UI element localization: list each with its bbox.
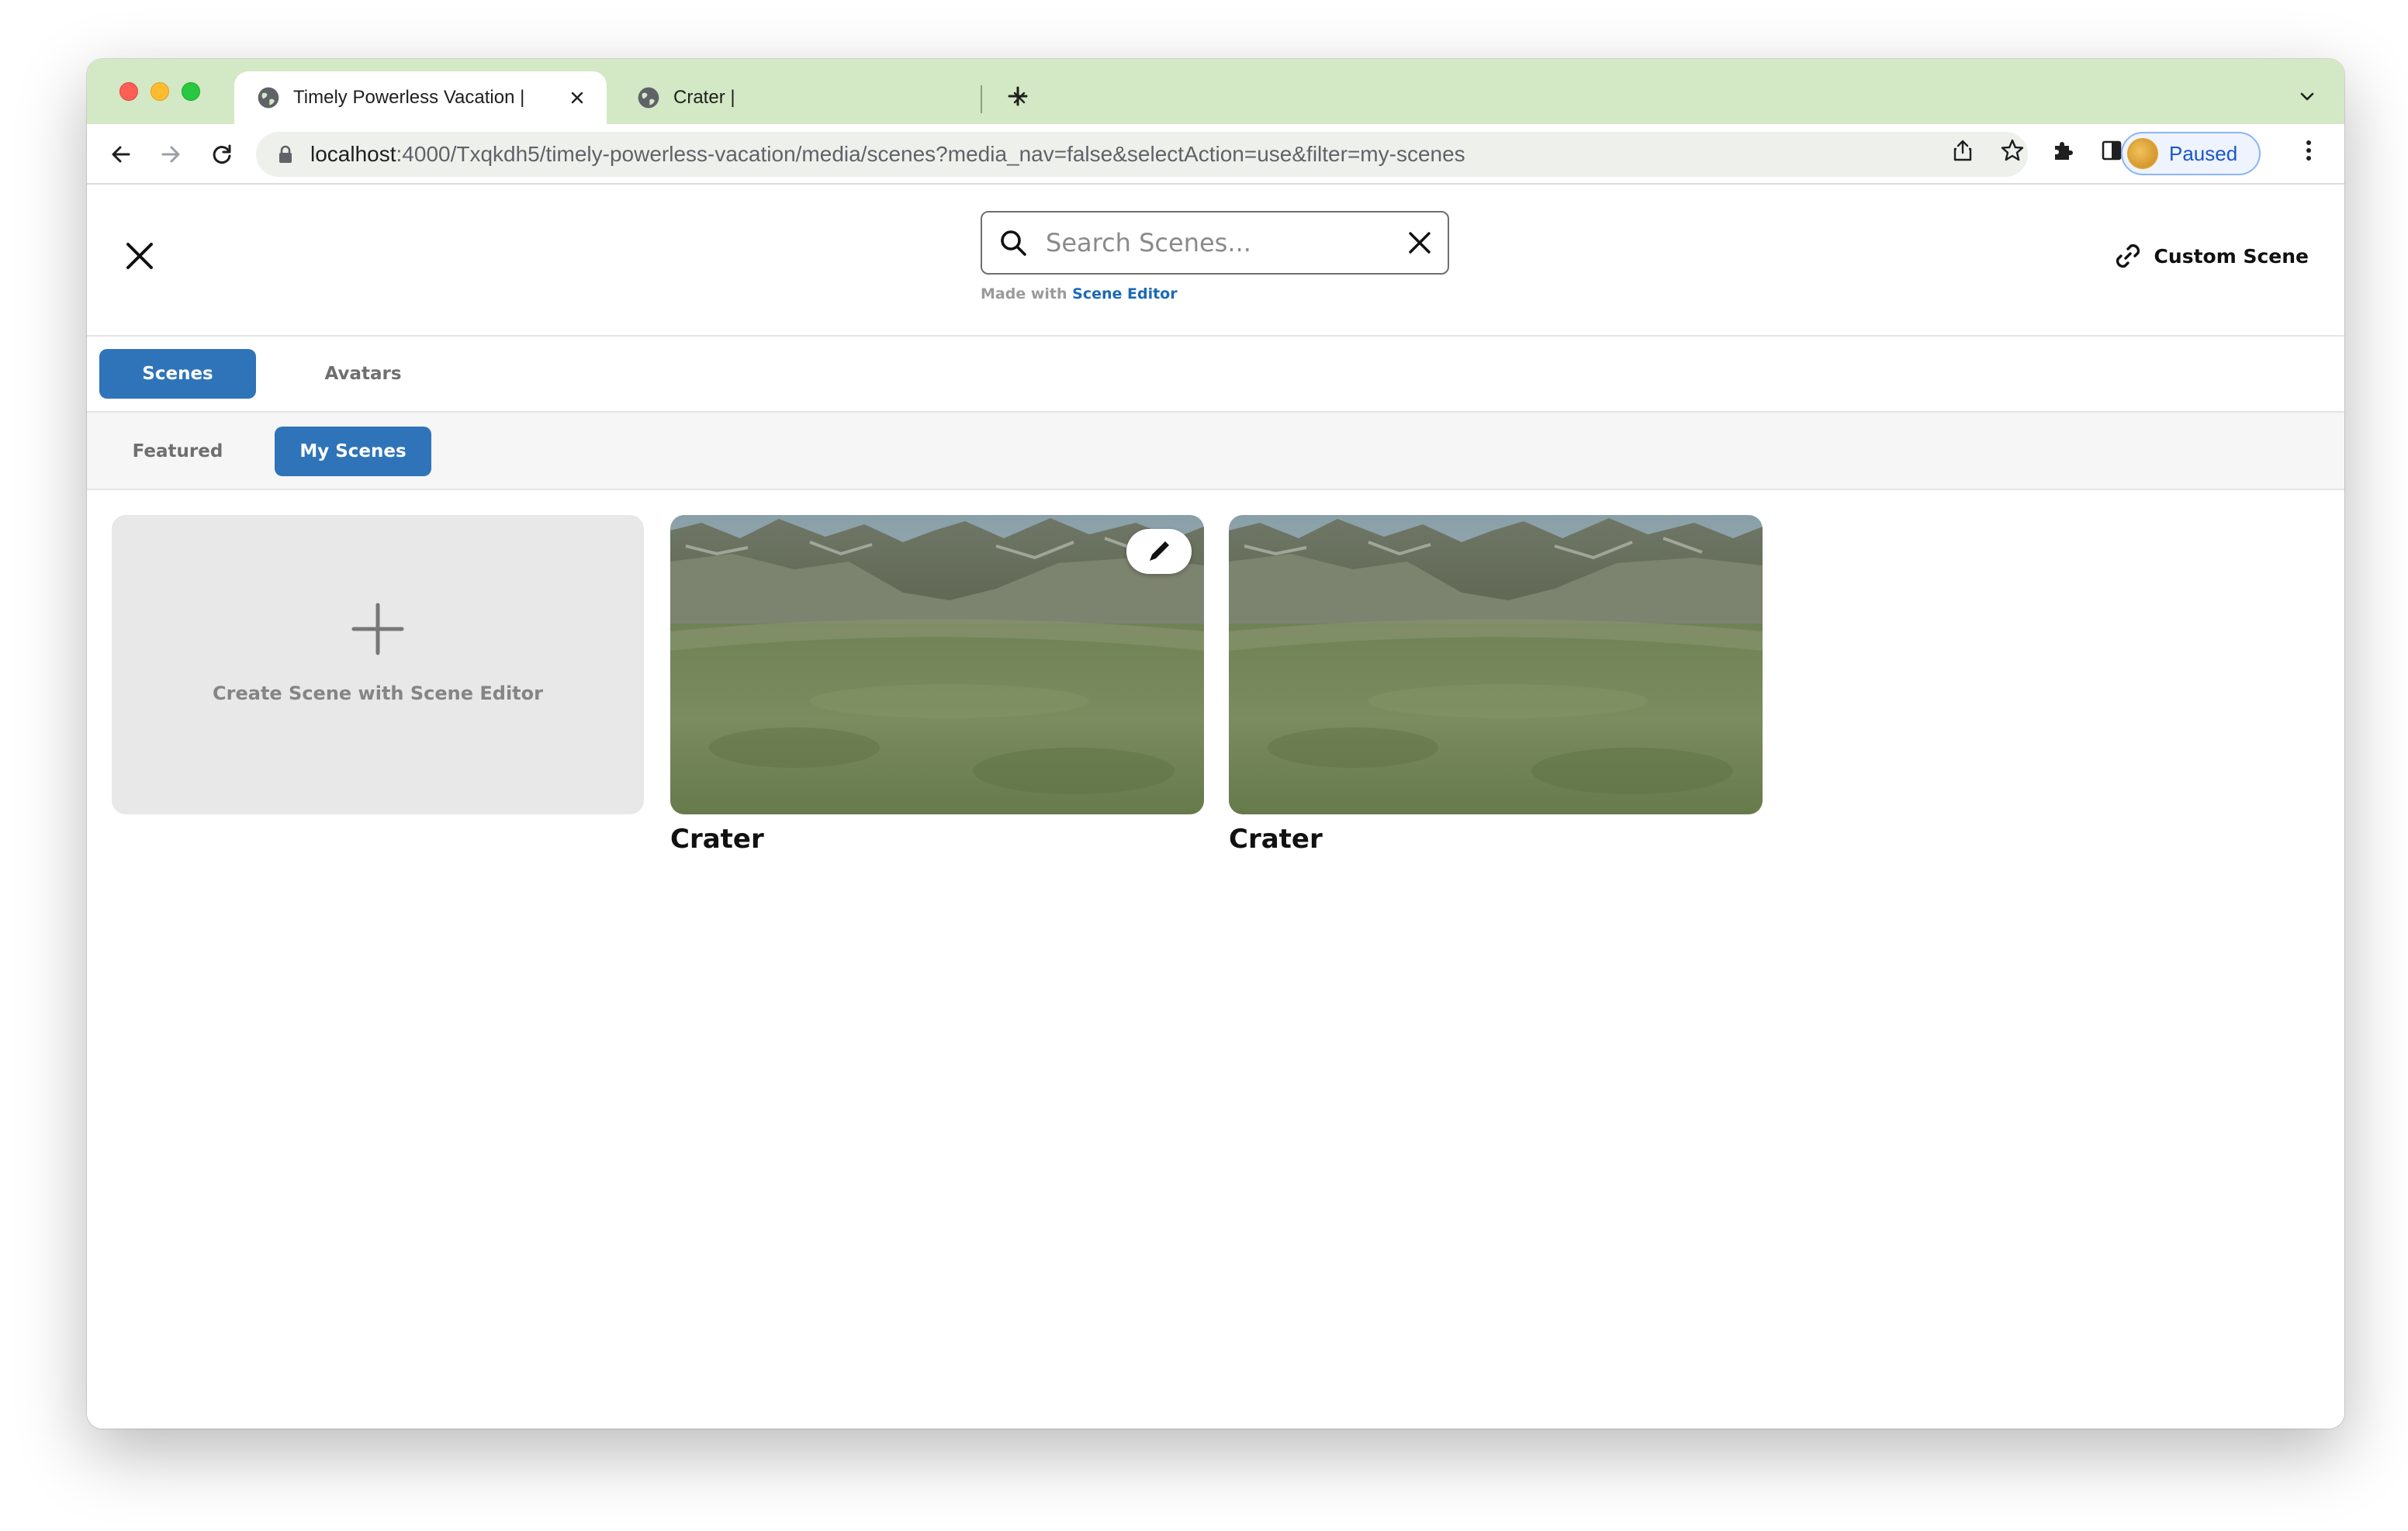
- url-host: localhost: [310, 142, 396, 166]
- profile-status: Paused: [2169, 141, 2238, 165]
- scene-name: Crater: [670, 824, 764, 855]
- forward-arrow-icon[interactable]: [152, 136, 189, 173]
- custom-scene-label: Custom Scene: [2154, 244, 2309, 268]
- tab-scenes[interactable]: Scenes: [99, 349, 256, 399]
- scene-card[interactable]: Crater: [1229, 515, 1763, 855]
- tab-title: Crater |: [673, 87, 735, 108]
- custom-scene-button[interactable]: Custom Scene: [2112, 240, 2309, 271]
- new-tab-icon[interactable]: [1001, 79, 1035, 113]
- tab-avatars[interactable]: Avatars: [285, 349, 441, 399]
- maximize-window-button[interactable]: [182, 82, 200, 101]
- browser-tab[interactable]: Crater |: [614, 71, 1049, 124]
- create-scene-label: Create Scene with Scene Editor: [213, 683, 543, 704]
- scene-editor-link[interactable]: Scene Editor: [1072, 285, 1177, 302]
- more-menu-icon[interactable]: [2290, 132, 2327, 169]
- browser-window: Timely Powerless Vacation | Crater | loc…: [87, 59, 2344, 1429]
- create-scene-card[interactable]: Create Scene with Scene Editor: [112, 515, 644, 814]
- link-icon: [2116, 244, 2140, 268]
- secondary-tabs: Featured My Scenes: [87, 413, 2344, 490]
- close-tab-icon[interactable]: [562, 82, 593, 113]
- globe-icon: [258, 87, 279, 109]
- search-box: [981, 211, 1449, 275]
- tab-title: Timely Powerless Vacation |: [293, 87, 525, 108]
- tab-strip: Timely Powerless Vacation | Crater |: [87, 59, 2344, 124]
- share-icon[interactable]: [1944, 132, 1981, 169]
- scene-card[interactable]: Crater: [670, 515, 1204, 855]
- url-path: :4000/Txqkdh5/timely-powerless-vacation/…: [396, 142, 1465, 166]
- close-icon[interactable]: [118, 234, 161, 278]
- chevron-down-icon[interactable]: [2290, 79, 2324, 113]
- scene-thumbnail[interactable]: [1229, 515, 1763, 814]
- minimize-window-button[interactable]: [150, 82, 169, 101]
- address-bar[interactable]: localhost:4000/Txqkdh5/timely-powerless-…: [256, 132, 2028, 177]
- primary-tabs: Scenes Avatars: [87, 337, 2344, 413]
- browser-toolbar: localhost:4000/Txqkdh5/timely-powerless-…: [87, 124, 2344, 185]
- pencil-icon: [1150, 541, 1169, 561]
- profile-button[interactable]: Paused: [2121, 132, 2261, 175]
- url-text: localhost:4000/Txqkdh5/timely-powerless-…: [310, 142, 1465, 167]
- search-input[interactable]: [1046, 219, 1401, 266]
- avatar: [2127, 138, 2158, 169]
- tab-featured[interactable]: Featured: [99, 427, 256, 476]
- made-with-prefix: Made with: [981, 285, 1067, 302]
- media-browser-header: Made with Scene Editor Custom Scene: [87, 185, 2344, 337]
- made-with-credit: Made with Scene Editor: [981, 285, 1178, 302]
- edit-scene-button[interactable]: [1126, 529, 1192, 574]
- globe-icon: [638, 87, 659, 109]
- tab-separator: [981, 85, 982, 113]
- browser-tab-active[interactable]: Timely Powerless Vacation |: [234, 71, 607, 124]
- lock-icon[interactable]: [275, 143, 296, 165]
- tab-my-scenes[interactable]: My Scenes: [275, 427, 431, 476]
- back-arrow-icon[interactable]: [102, 136, 140, 173]
- reload-icon[interactable]: [203, 136, 240, 173]
- clear-search-icon[interactable]: [1401, 224, 1438, 261]
- scene-thumbnail[interactable]: [670, 515, 1204, 814]
- search-icon: [995, 224, 1032, 261]
- plus-icon: [351, 603, 404, 655]
- scene-name: Crater: [1229, 824, 1323, 855]
- close-window-button[interactable]: [119, 82, 138, 101]
- extensions-puzzle-icon[interactable]: [2045, 132, 2082, 169]
- bookmark-star-icon[interactable]: [1994, 132, 2031, 169]
- media-browser-page: Made with Scene Editor Custom Scene Scen…: [87, 185, 2344, 1429]
